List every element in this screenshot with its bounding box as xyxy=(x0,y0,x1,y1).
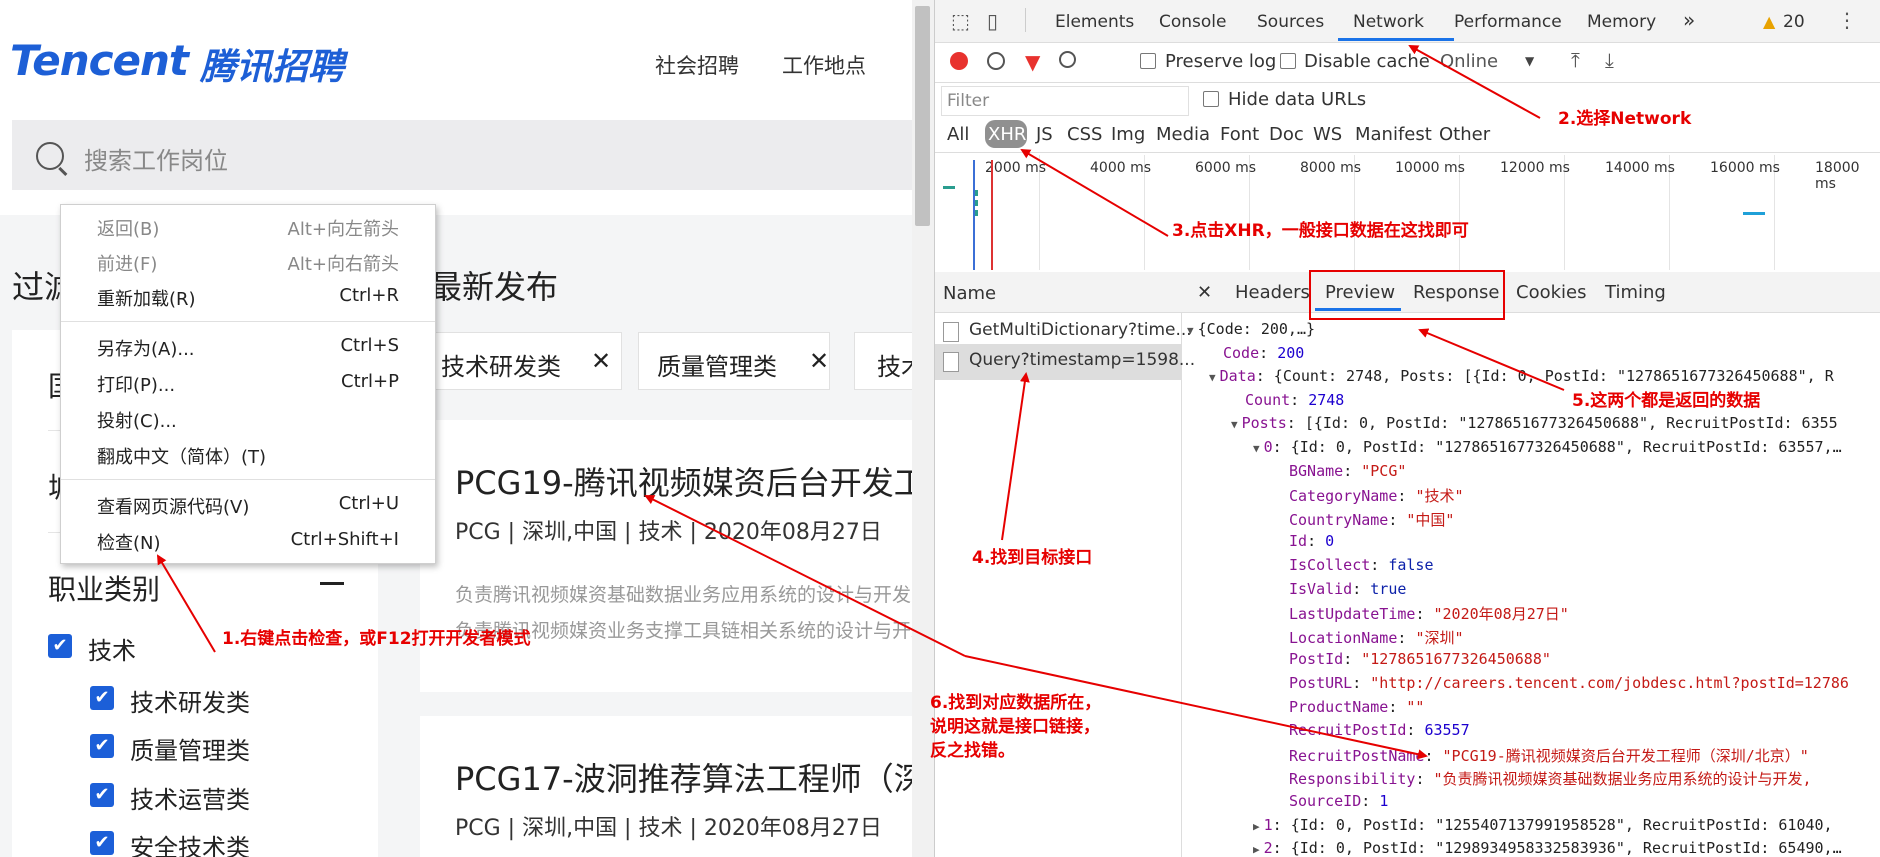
annotation-6-line2: 说明这就是接口链接， xyxy=(930,717,1100,737)
arrow-2 xyxy=(1408,45,1541,119)
arrow-5 xyxy=(1418,328,1565,391)
annotation-1: 1.右键点击检查，或F12打开开发者模式 xyxy=(222,629,531,649)
annotation-2: 2.选择Network xyxy=(1558,109,1692,129)
arrow-6a xyxy=(644,495,966,657)
arrow-1 xyxy=(156,554,216,653)
highlight-box xyxy=(1309,270,1505,320)
arrow-3 xyxy=(1020,148,1169,237)
annotation-6-line1: 6.找到对应数据所在， xyxy=(930,693,1102,713)
annotation-3: 3.点击XHR，一般接口数据在这找即可 xyxy=(1172,221,1469,241)
annotation-5: 5.这两个都是返回的数据 xyxy=(1572,391,1761,411)
annotation-6-line3: 反之找错。 xyxy=(930,741,1015,761)
annotation-4: 4.找到目标接口 xyxy=(972,548,1093,568)
arrow-4 xyxy=(1001,372,1030,541)
